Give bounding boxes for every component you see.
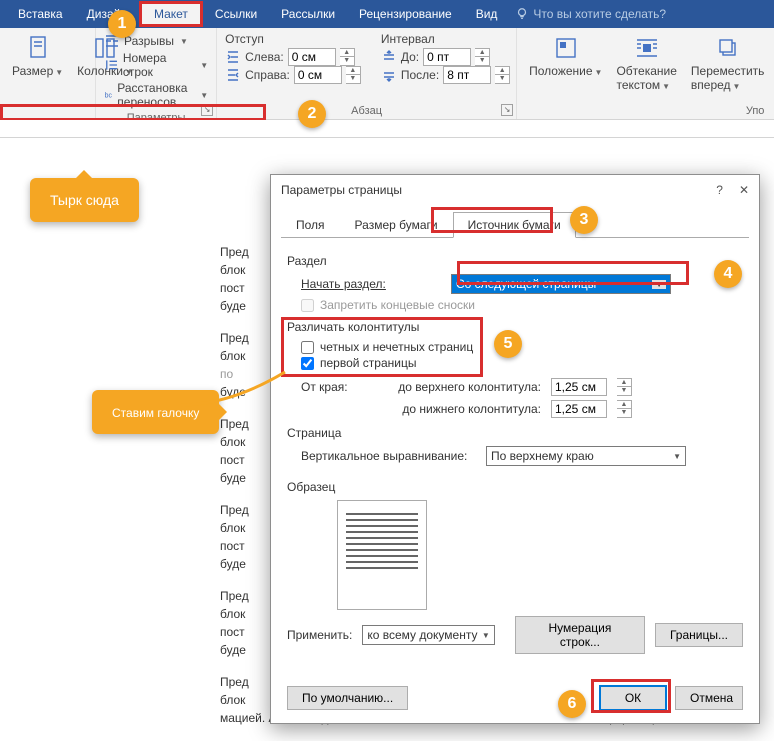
indent-label: Отступ — [225, 32, 361, 46]
lightbulb-icon — [515, 7, 529, 21]
line-numbers-button[interactable]: Номера строк▼ — [104, 50, 208, 80]
suppress-endnotes-checkbox — [301, 299, 314, 312]
highlight-section-start — [457, 261, 689, 285]
bring-forward-button[interactable]: Переместить вперед▼ — [687, 32, 769, 94]
group-arrange: Упо — [525, 103, 768, 117]
valign-label: Вертикальное выравнивание: — [301, 449, 476, 463]
hyphenation-icon: bc — [104, 87, 113, 103]
tab-review[interactable]: Рецензирование — [347, 1, 464, 27]
paragraph-launcher[interactable]: ↘ — [501, 104, 513, 116]
dialog-title: Параметры страницы — [281, 183, 402, 197]
header-distance-input[interactable] — [551, 378, 607, 396]
highlight-page-setup — [0, 104, 266, 121]
tab-layout[interactable]: Макет — [139, 1, 203, 27]
spacing-before-input[interactable] — [423, 48, 471, 66]
highlight-headers — [281, 317, 483, 377]
tab-view[interactable]: Вид — [464, 1, 510, 27]
line-numbers-icon — [104, 57, 119, 73]
valign-combo[interactable]: По верхнему краю▼ — [486, 446, 686, 466]
help-button[interactable]: ? — [716, 183, 723, 197]
svg-text:bc: bc — [105, 92, 113, 99]
size-button[interactable]: Размер▼ — [8, 32, 67, 80]
spacing-label: Интервал — [381, 32, 510, 46]
dialog-tab-margins[interactable]: Поля — [281, 212, 340, 238]
footer-distance-input[interactable] — [551, 400, 607, 418]
page-setup-dialog: Параметры страницы ? ✕ Поля Размер бумаг… — [270, 174, 760, 724]
wrap-icon — [633, 34, 661, 62]
tab-insert[interactable]: Вставка — [6, 1, 75, 27]
tab-references[interactable]: Ссылки — [203, 1, 269, 27]
forward-icon — [714, 34, 742, 62]
preview-thumbnail — [337, 500, 427, 610]
indent-right-input[interactable] — [294, 66, 342, 84]
page-label: Страница — [287, 426, 743, 440]
group-paragraph: Абзац — [225, 103, 508, 117]
highlight-layout-tab — [431, 207, 553, 233]
callout-2: 2 — [298, 100, 326, 128]
preview-label: Образец — [287, 480, 743, 494]
indent-left-input[interactable] — [288, 48, 336, 66]
callout-1: 1 — [108, 10, 136, 38]
close-button[interactable]: ✕ — [739, 183, 749, 197]
position-icon — [552, 34, 580, 62]
ruler[interactable] — [0, 120, 774, 138]
from-edge-label: От края: — [301, 380, 361, 394]
section-start-label: Начать раздел: — [301, 277, 441, 291]
tab-mailings[interactable]: Рассылки — [269, 1, 347, 27]
default-button[interactable]: По умолчанию... — [287, 686, 408, 710]
highlight-ok — [591, 679, 671, 713]
callout-4: 4 — [714, 260, 742, 288]
callout-3: 3 — [570, 206, 598, 234]
borders-button[interactable]: Границы... — [655, 623, 743, 647]
spacing-after-input[interactable] — [443, 66, 491, 84]
callout-connector — [180, 370, 290, 410]
cancel-button[interactable]: Отмена — [675, 686, 743, 710]
apply-label: Применить: — [287, 628, 352, 642]
callout-5: 5 — [494, 330, 522, 358]
position-button[interactable]: Положение▼ — [525, 32, 606, 94]
callout-6: 6 — [558, 690, 586, 718]
line-numbers-button[interactable]: Нумерация строк... — [515, 616, 645, 654]
page-size-icon — [24, 34, 52, 62]
tell-me[interactable]: Что вы хотите сделать? — [515, 7, 666, 21]
wrap-text-button[interactable]: Обтекание текстом▼ — [612, 32, 680, 94]
apply-to-combo[interactable]: ко всему документу▼ — [362, 625, 494, 645]
callout-text-1: Тырк сюда — [30, 178, 139, 222]
